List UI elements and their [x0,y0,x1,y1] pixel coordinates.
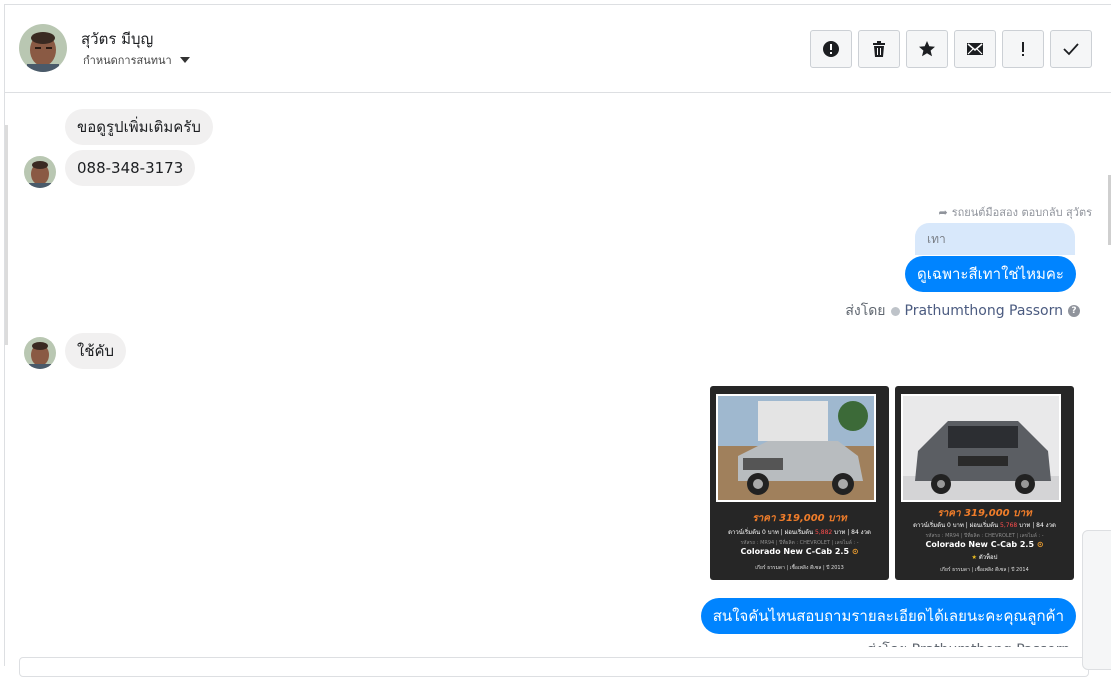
agent-name[interactable]: Prathumthong Passorn [905,303,1063,319]
left-scrollbar[interactable] [5,125,8,345]
terms-suffix: บาท | 84 งวด [834,529,871,536]
car-model: Colorado New C-Cab 2.5 ⊙ [710,547,889,556]
outgoing-message[interactable]: สนใจคันไหนสอบถามรายละเอียดได้เลยนะคะคุณล… [700,598,1076,634]
star-icon: ★ [971,554,977,561]
terms-prefix: ดาวน์เริ่มต้น 0 บาท | ผ่อนเริ่มต้น [728,529,814,536]
car-badge: ★ ตัวท็อป [895,552,1074,562]
car-photo [901,394,1061,502]
car-photo [716,394,876,502]
car-model: Colorado New C-Cab 2.5 ⊙ [895,540,1074,549]
delete-button[interactable] [858,30,900,68]
important-icon [1022,42,1024,56]
car-listing-image[interactable]: ราคา 319,000 บาท ดาวน์เริ่มต้น 0 บาท | ผ… [710,386,889,580]
trash-icon [873,41,885,57]
car-foot: เกียร์ ธรรมดา | เชื้อเพลิง ดีเซล | ปี 20… [755,565,844,571]
mark-done-button[interactable] [1050,30,1092,68]
check-icon [1063,43,1079,56]
sent-by-prefix: ส่งโดย [867,642,907,647]
check-circle-icon: ⊙ [851,547,859,556]
side-panel-tab[interactable] [1082,530,1111,670]
monthly-payment: 5,768 [1000,522,1018,529]
reply-arrow-icon: ➦ [938,205,948,219]
help-icon[interactable]: ? [1068,305,1080,317]
terms-suffix: บาท | 84 งวด [1019,522,1056,529]
star-icon [919,41,935,57]
conversation-settings-dropdown[interactable]: กำหนดการสนทนา [83,51,190,69]
reply-composer[interactable] [19,657,1089,677]
car-badge-label: ตัวท็อป [978,554,998,561]
car-model-label: Colorado New C-Cab 2.5 [740,547,850,556]
sent-by-label: ส่งโดย Prathumthong Passorn ? [845,300,1080,322]
mark-unread-button[interactable] [954,30,996,68]
star-button[interactable] [906,30,948,68]
outgoing-message[interactable]: ดูเฉพาะสีเทาใช่ไหมคะ [905,256,1076,292]
conversation-settings-label: กำหนดการสนทนา [83,54,172,67]
reply-context: ➦ รถยนต์มือสอง ตอบกลับ สุวัตร [939,203,1093,221]
reply-context-label: รถยนต์มือสอง ตอบกลับ สุวัตร [951,206,1092,219]
sent-by-label-partial: ส่งโดย Prathumthong Passorn [867,639,1070,647]
sent-by-prefix: ส่งโดย [845,303,886,319]
report-button[interactable] [810,30,852,68]
incoming-message[interactable]: ใช้คับ [65,333,127,369]
inbox-conversation-panel: สุวัตร มีบุญ กำหนดการสนทนา ขอดูรูปเพิ่มเ… [4,4,1111,677]
message-thread[interactable]: ขอดูรูปเพิ่มเติมครับ 088-348-3173 ➦ รถยน… [5,94,1111,667]
conversation-toolbar [810,30,1092,68]
chevron-down-icon [179,57,190,63]
car-model-label: Colorado New C-Cab 2.5 [925,540,1035,549]
agent-name: Prathumthong Passorn [912,642,1070,647]
contact-avatar-small [24,156,56,188]
car-terms: ดาวน์เริ่มต้น 0 บาท | ผ่อนเริ่มต้น 5,882… [710,527,889,537]
report-icon [823,41,839,57]
check-circle-icon: ⊙ [1036,540,1044,549]
contact-name[interactable]: สุวัตร มีบุญ [81,27,153,51]
car-foot: เกียร์ ธรรมดา | เชื้อเพลิง ดีเซล | ปี 20… [940,567,1029,573]
contact-avatar-small [24,337,56,369]
incoming-message[interactable]: 088-348-3173 [65,150,196,186]
car-price: ราคา 319,000 บาท [752,513,847,524]
car-meta: รหัสรถ : MR94 | ปีที่ผลิต : CHEVROLET | … [740,540,859,546]
verified-icon [890,306,900,316]
incoming-message[interactable]: ขอดูรูปเพิ่มเติมครับ [65,109,213,145]
car-price: ราคา 319,000 บาท [937,508,1032,519]
conversation-header: สุวัตร มีบุญ กำหนดการสนทนา [5,5,1111,93]
mail-icon [967,43,983,55]
car-terms: ดาวน์เริ่มต้น 0 บาท | ผ่อนเริ่มต้น 5,768… [895,520,1074,530]
contact-avatar[interactable] [19,24,67,72]
mark-important-button[interactable] [1002,30,1044,68]
car-meta: รหัสรถ : MR94 | ปีที่ผลิต : CHEVROLET | … [925,533,1044,539]
quoted-message[interactable]: เทา [915,223,1075,255]
monthly-payment: 5,882 [815,529,833,536]
terms-prefix: ดาวน์เริ่มต้น 0 บาท | ผ่อนเริ่มต้น [913,522,999,529]
car-listing-image[interactable]: ราคา 319,000 บาท ดาวน์เริ่มต้น 0 บาท | ผ… [895,386,1074,580]
